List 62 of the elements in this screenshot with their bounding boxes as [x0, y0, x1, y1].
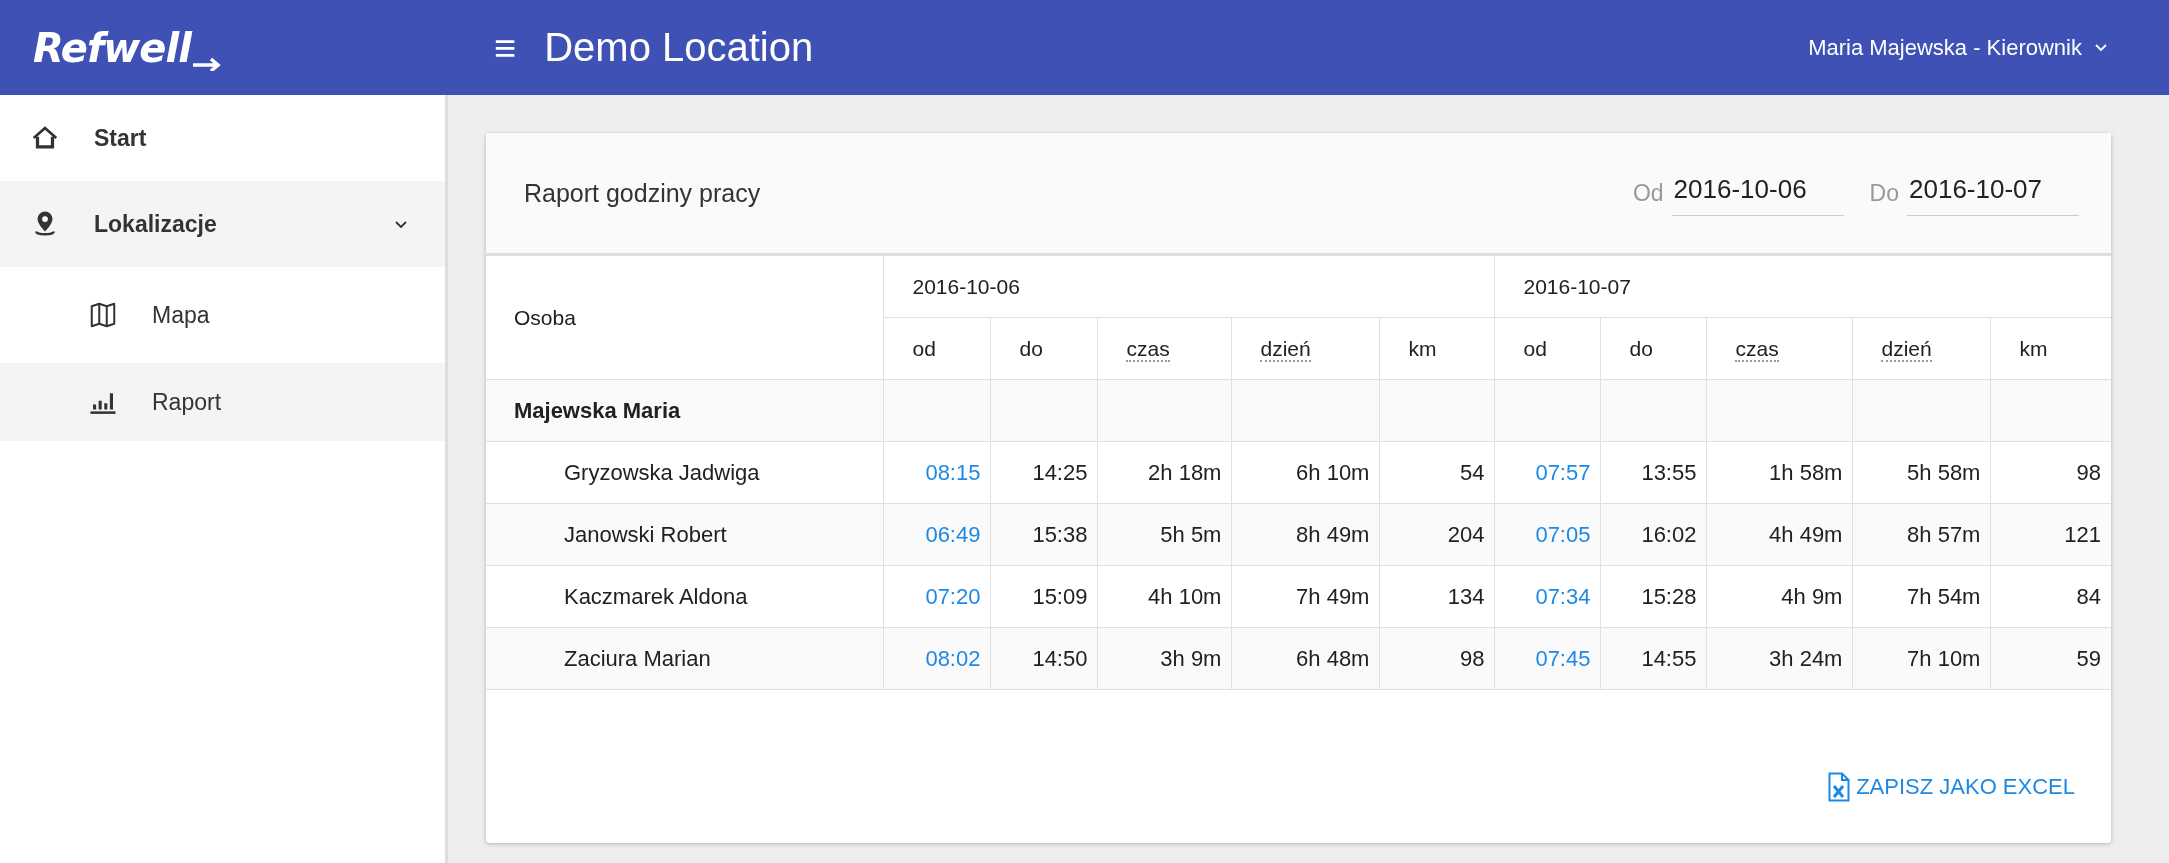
column-header: od — [883, 317, 991, 380]
field-label: Do — [1869, 179, 1899, 207]
table-cell: 3h 9m — [1097, 627, 1232, 690]
sidebar-item[interactable]: Lokalizacje — [0, 181, 445, 267]
table-cell: 204 — [1379, 503, 1495, 566]
table-cell: 4h 10m — [1097, 565, 1232, 628]
table-cell: 98 — [1379, 627, 1495, 690]
name-cell: Kaczmarek Aldona — [485, 565, 884, 628]
page-title: Demo Location — [544, 25, 815, 70]
table-cell: 14:55 — [1600, 627, 1707, 690]
date-field[interactable]: 2016-10-07 — [1907, 170, 2079, 216]
column-header: dzień — [1231, 317, 1380, 380]
column-header: 2016-10-06 — [883, 255, 1495, 318]
table-cell: 2h 18m — [1097, 441, 1232, 504]
table-cell: 54 — [1379, 441, 1495, 504]
table-cell: 7h 49m — [1231, 565, 1380, 628]
column-header: 2016-10-07 — [1494, 255, 2111, 318]
table-cell: 16:02 — [1600, 503, 1707, 566]
sidebar-subitem[interactable]: Raport — [0, 363, 445, 441]
table-cell: 14:25 — [990, 441, 1098, 504]
name-cell: Gryzowska Jadwiga — [485, 441, 884, 504]
export-excel-button[interactable]: ZAPISZ JAKO EXCEL — [1822, 765, 2081, 808]
column-header: Osoba — [485, 255, 884, 380]
table-cell: 15:38 — [990, 503, 1098, 566]
table-cell: 134 — [1379, 565, 1495, 628]
table-cell: 4h 9m — [1706, 565, 1853, 628]
sidebar-item[interactable]: Start — [0, 95, 445, 181]
column-header: do — [990, 317, 1098, 380]
name-cell: Janowski Robert — [485, 503, 884, 566]
table-cell: 1h 58m — [1706, 441, 1853, 504]
table-cell: 7h 10m — [1852, 627, 1991, 690]
column-header: od — [1494, 317, 1601, 380]
table-cell: 5h 58m — [1852, 441, 1991, 504]
table-cell: 13:55 — [1600, 441, 1707, 504]
table-cell: 7h 54m — [1852, 565, 1991, 628]
sidebar-subitem[interactable]: Mapa — [0, 267, 445, 363]
name-cell: Zaciura Marian — [485, 627, 884, 690]
column-header: czas — [1706, 317, 1853, 380]
logo[interactable]: Refwell — [33, 24, 221, 71]
report-title: Raport godziny pracy — [523, 178, 762, 208]
table-cell: 15:28 — [1600, 565, 1707, 628]
table-cell: 6h 48m — [1231, 627, 1380, 690]
spreadsheet-file-icon — [1828, 771, 1851, 802]
column-header: czas — [1097, 317, 1232, 380]
field-label: Od — [1632, 179, 1664, 207]
table-cell: 6h 10m — [1231, 441, 1380, 504]
table-cell: 5h 5m — [1097, 503, 1232, 566]
column-header: dzień — [1852, 317, 1991, 380]
table-cell: 4h 49m — [1706, 503, 1853, 566]
column-header: km — [1379, 317, 1495, 380]
column-header: do — [1600, 317, 1707, 380]
map-icon — [88, 300, 118, 330]
user-menu[interactable]: Maria Majewska - Kierownik — [1802, 33, 2114, 62]
menu-button[interactable]: ≡ — [490, 28, 521, 67]
table-cell: 3h 24m — [1706, 627, 1853, 690]
group-cell: Majewska Maria — [485, 379, 884, 442]
table-cell: 8h 49m — [1231, 503, 1380, 566]
table-cell: 14:50 — [990, 627, 1098, 690]
chevron-icon — [2094, 42, 2108, 53]
table-cell: 8h 57m — [1852, 503, 1991, 566]
table-cell: 15:09 — [990, 565, 1098, 628]
date-field[interactable]: 2016-10-06 — [1671, 170, 1844, 216]
